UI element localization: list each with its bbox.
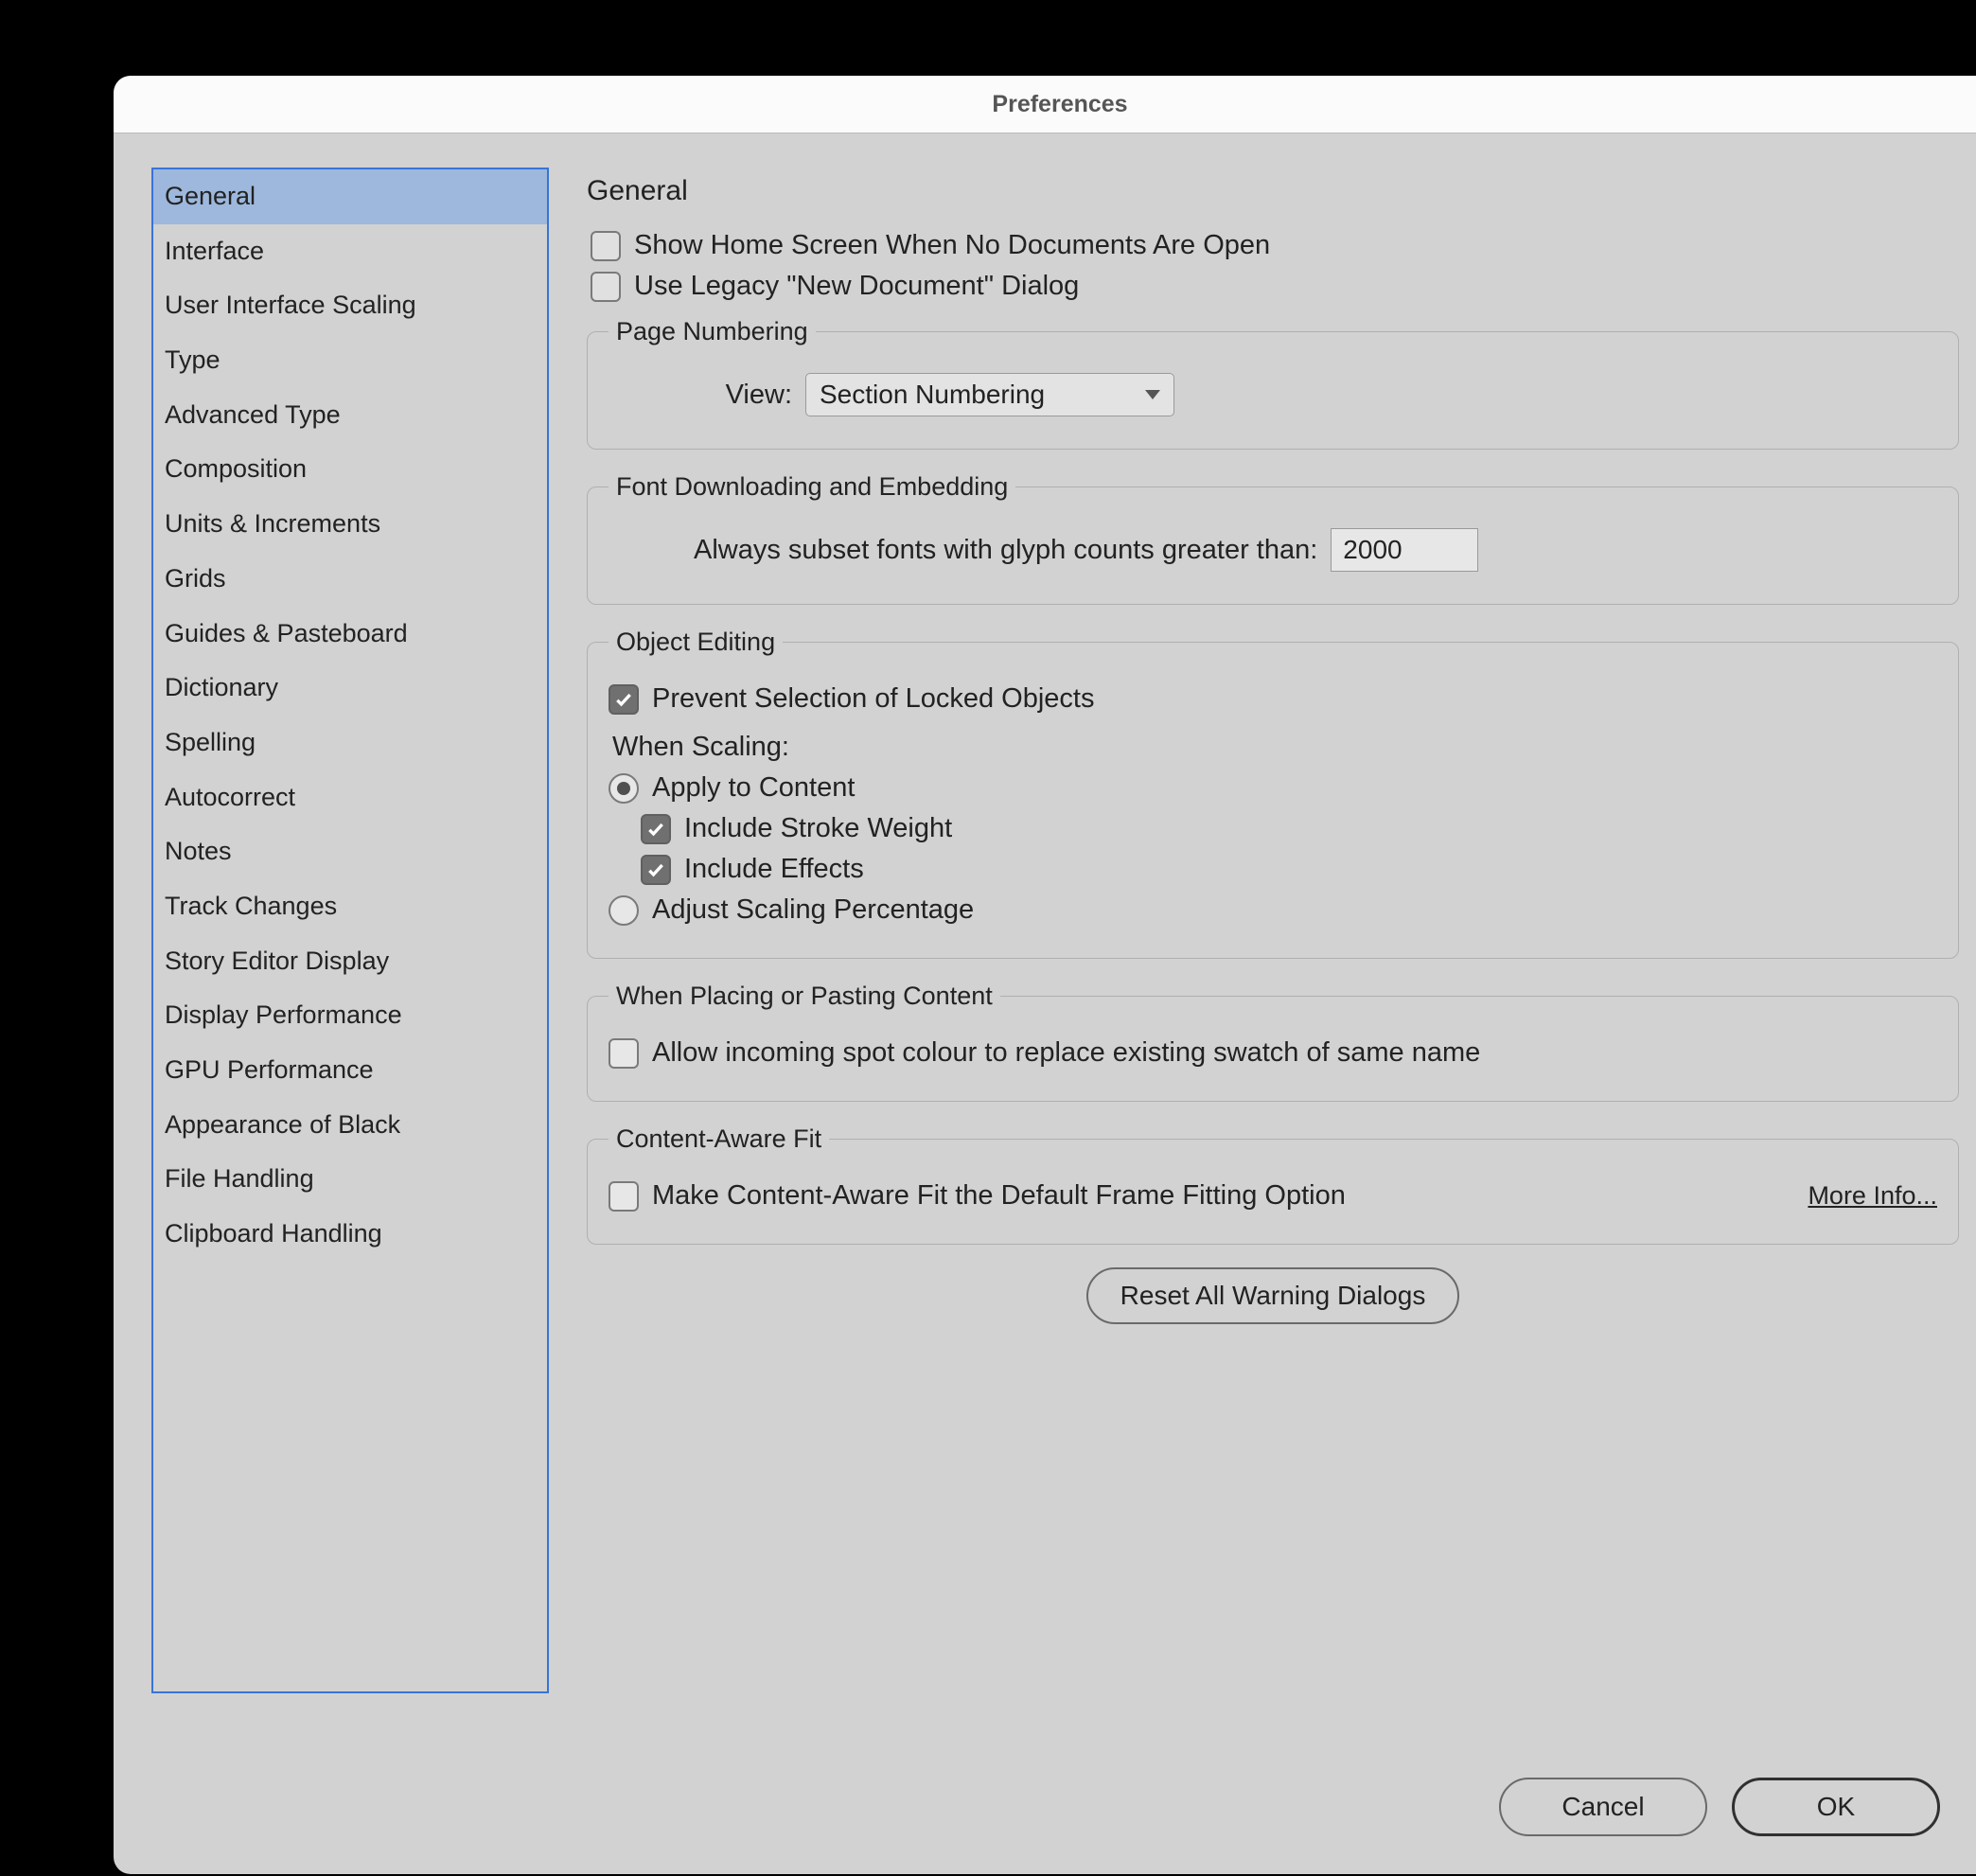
sidebar-item-clipboard-handling[interactable]: Clipboard Handling [153,1207,547,1262]
ok-button[interactable]: OK [1732,1778,1940,1836]
include-effects-checkbox[interactable] [641,855,671,885]
sidebar-item-label: Track Changes [165,892,337,920]
adjust-scaling-radio[interactable] [609,895,639,926]
sidebar-item-label: Display Performance [165,1000,402,1029]
more-info-link[interactable]: More Info... [1808,1181,1937,1211]
titlebar: Preferences [114,76,1976,133]
sidebar-item-notes[interactable]: Notes [153,824,547,879]
allow-spot-checkbox[interactable] [609,1038,639,1069]
include-effects-label: Include Effects [684,854,864,885]
sidebar-item-label: Advanced Type [165,400,341,429]
sidebar-item-display-performance[interactable]: Display Performance [153,988,547,1043]
object-editing-legend: Object Editing [609,628,783,657]
sidebar-item-file-handling[interactable]: File Handling [153,1152,547,1207]
sidebar-item-gpu-performance[interactable]: GPU Performance [153,1043,547,1098]
sidebar-item-composition[interactable]: Composition [153,442,547,497]
sidebar-item-track-changes[interactable]: Track Changes [153,879,547,934]
adjust-scaling-label: Adjust Scaling Percentage [652,894,974,926]
sidebar-item-guides-pasteboard[interactable]: Guides & Pasteboard [153,607,547,662]
object-editing-group: Object Editing Prevent Selection of Lock… [587,628,1959,959]
include-stroke-label: Include Stroke Weight [684,813,952,844]
sidebar-item-advanced-type[interactable]: Advanced Type [153,388,547,443]
apply-to-content-radio[interactable] [609,773,639,804]
when-scaling-label: When Scaling: [612,732,1937,763]
sidebar-item-type[interactable]: Type [153,333,547,388]
sidebar-item-label: Dictionary [165,673,278,701]
sidebar-item-label: Appearance of Black [165,1110,400,1139]
view-select[interactable]: Section Numbering [805,373,1174,416]
sidebar-item-general[interactable]: General [153,169,547,224]
subset-label: Always subset fonts with glyph counts gr… [694,535,1317,566]
content-aware-default-label: Make Content-Aware Fit the Default Frame… [652,1180,1346,1212]
font-download-legend: Font Downloading and Embedding [609,472,1015,502]
content-aware-default-checkbox[interactable] [609,1181,639,1212]
sidebar-item-label: GPU Performance [165,1055,374,1084]
window-title: Preferences [992,91,1127,118]
view-select-value: Section Numbering [820,380,1045,410]
sidebar-item-label: Notes [165,837,232,865]
sidebar-item-label: Autocorrect [165,783,295,811]
sidebar-item-label: User Interface Scaling [165,291,416,319]
check-icon [646,820,665,839]
legacy-new-doc-checkbox[interactable] [591,272,621,302]
include-stroke-checkbox[interactable] [641,814,671,844]
sidebar-item-label: Interface [165,237,264,265]
prevent-locked-checkbox[interactable] [609,684,639,715]
font-download-group: Font Downloading and Embedding Always su… [587,472,1959,605]
page-numbering-group: Page Numbering View: Section Numbering [587,317,1959,450]
sidebar-item-label: Clipboard Handling [165,1219,382,1248]
sidebar-item-label: Type [165,345,221,374]
prevent-locked-label: Prevent Selection of Locked Objects [652,683,1094,715]
allow-spot-label: Allow incoming spot colour to replace ex… [652,1037,1480,1069]
page-numbering-legend: Page Numbering [609,317,816,346]
subset-value-input[interactable]: 2000 [1331,528,1478,572]
sidebar-item-interface[interactable]: Interface [153,224,547,279]
check-icon [614,690,633,709]
preferences-sidebar: General Interface User Interface Scaling… [151,168,549,1693]
sidebar-item-label: Grids [165,564,226,593]
sidebar-item-label: Units & Increments [165,509,380,538]
sidebar-item-story-editor-display[interactable]: Story Editor Display [153,934,547,989]
show-home-label: Show Home Screen When No Documents Are O… [634,230,1270,261]
content-aware-legend: Content-Aware Fit [609,1124,829,1154]
check-icon [646,860,665,879]
panel-heading: General [587,175,1959,207]
show-home-checkbox[interactable] [591,231,621,261]
sidebar-item-label: Story Editor Display [165,947,389,975]
placing-group: When Placing or Pasting Content Allow in… [587,982,1959,1102]
sidebar-item-ui-scaling[interactable]: User Interface Scaling [153,278,547,333]
placing-legend: When Placing or Pasting Content [609,982,1000,1011]
sidebar-item-label: Spelling [165,728,256,756]
cancel-button[interactable]: Cancel [1499,1778,1707,1836]
legacy-new-doc-label: Use Legacy "New Document" Dialog [634,271,1079,302]
apply-to-content-label: Apply to Content [652,772,855,804]
sidebar-item-label: Guides & Pasteboard [165,619,408,647]
view-label: View: [694,380,792,411]
reset-warnings-button[interactable]: Reset All Warning Dialogs [1086,1267,1460,1324]
content-aware-group: Content-Aware Fit Make Content-Aware Fit… [587,1124,1959,1245]
sidebar-item-appearance-of-black[interactable]: Appearance of Black [153,1098,547,1153]
sidebar-item-grids[interactable]: Grids [153,552,547,607]
main-panel: General Show Home Screen When No Documen… [587,168,1968,1777]
sidebar-item-label: Composition [165,454,307,483]
sidebar-item-autocorrect[interactable]: Autocorrect [153,770,547,825]
sidebar-item-label: General [165,182,256,210]
sidebar-item-units-increments[interactable]: Units & Increments [153,497,547,552]
dialog-footer: Cancel OK [1499,1778,1940,1836]
sidebar-item-spelling[interactable]: Spelling [153,716,547,770]
sidebar-item-label: File Handling [165,1164,314,1193]
sidebar-item-dictionary[interactable]: Dictionary [153,661,547,716]
preferences-window: Preferences General Interface User Inter… [114,76,1976,1874]
